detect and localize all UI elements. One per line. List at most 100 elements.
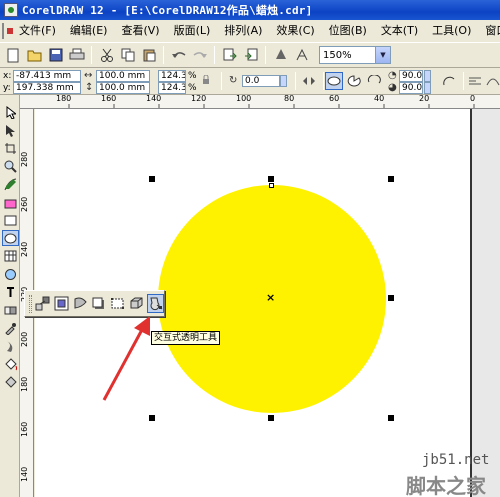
interactive-tools-flyout [24, 290, 165, 317]
property-bar: x: -87.413 mm y: 197.338 mm ↔ 100.0 mm ↕… [0, 68, 500, 95]
rectangle-tool-icon[interactable] [2, 212, 19, 228]
y-position-field[interactable]: 197.338 mm [13, 82, 81, 94]
basic-shapes-tool-icon[interactable] [2, 266, 19, 282]
interactive-envelope-icon[interactable] [110, 294, 126, 313]
mirror-icon[interactable] [300, 72, 318, 90]
document-icon[interactable] [2, 23, 13, 39]
toolbar-separator [91, 46, 92, 64]
undo-icon[interactable] [169, 46, 188, 65]
pick-tool-icon[interactable] [2, 104, 19, 120]
rotation-spinner[interactable] [280, 75, 287, 87]
menu-text[interactable]: 文本(T) [374, 20, 425, 42]
selection-handle-bottom-left[interactable] [149, 415, 155, 421]
export-icon[interactable] [241, 46, 260, 65]
ruler-label: 80 [284, 95, 295, 103]
ellipse-tool-icon[interactable] [2, 230, 19, 246]
toolbar-separator [265, 46, 266, 64]
paste-icon[interactable] [139, 46, 158, 65]
width-field[interactable]: 100.0 mm [96, 70, 150, 82]
convert-to-curves-icon[interactable] [484, 72, 500, 90]
standard-toolbar: 150% ▼ [0, 42, 500, 68]
corel-online-icon[interactable] [292, 46, 311, 65]
menu-effects[interactable]: 效果(C) [269, 20, 321, 42]
menu-view[interactable]: 查看(V) [114, 20, 166, 42]
height-field[interactable]: 100.0 mm [96, 82, 150, 94]
ellipse-mode-icon[interactable] [325, 72, 343, 90]
propbar-separator [463, 72, 464, 90]
menu-tools[interactable]: 工具(O) [425, 20, 478, 42]
interactive-distortion-icon[interactable] [72, 294, 88, 313]
watermark-name: 脚本之家 [406, 474, 486, 497]
zoom-tool-icon[interactable] [2, 158, 19, 174]
flyout-grip[interactable] [29, 294, 32, 313]
wrap-text-icon[interactable] [466, 72, 484, 90]
selection-handle-bottom[interactable] [268, 415, 274, 421]
interactive-blend-tool-icon[interactable] [2, 302, 19, 318]
arc-mode-icon[interactable] [365, 72, 383, 90]
x-position-field[interactable]: -87.413 mm [13, 70, 81, 82]
lock-ratio-icon[interactable] [202, 74, 210, 89]
menu-file[interactable]: 文件(F) [12, 20, 63, 42]
ellipse-node[interactable] [269, 183, 274, 188]
selection-handle-top-right[interactable] [388, 176, 394, 182]
eyedropper-tool-icon[interactable] [2, 320, 19, 336]
direction-toggle-icon[interactable] [440, 72, 458, 90]
application-launcher-icon[interactable] [271, 46, 290, 65]
new-document-icon[interactable] [4, 46, 23, 65]
horizontal-ruler: 180 160 140 120 100 80 60 40 20 0 [20, 95, 500, 109]
menu-arrange[interactable]: 排列(A) [217, 20, 269, 42]
fill-tool-icon[interactable] [2, 356, 19, 372]
ruler-label: 20 [419, 95, 430, 103]
selection-handle-right[interactable] [388, 295, 394, 301]
freehand-tool-icon[interactable] [2, 176, 19, 192]
menu-edit[interactable]: 编辑(E) [63, 20, 115, 42]
save-icon[interactable] [46, 46, 65, 65]
menu-window[interactable]: 窗口 [478, 20, 500, 42]
redo-icon[interactable] [190, 46, 209, 65]
page-shadow [472, 109, 500, 497]
interactive-drop-shadow-icon[interactable] [91, 294, 107, 313]
shape-tool-icon[interactable] [2, 122, 19, 138]
pie-mode-icon[interactable] [345, 72, 363, 90]
x-position-label: x: [3, 71, 12, 81]
zoom-level-select[interactable]: 150% ▼ [319, 46, 391, 64]
copy-icon[interactable] [118, 46, 137, 65]
menu-layout[interactable]: 版面(L) [167, 20, 218, 42]
import-icon[interactable] [220, 46, 239, 65]
interactive-extrude-icon[interactable] [128, 294, 144, 313]
interactive-transparency-icon[interactable] [147, 294, 165, 313]
ruler-label: 120 [191, 95, 207, 103]
interactive-fill-tool-icon[interactable] [2, 374, 19, 390]
end-angle-field[interactable]: 90.0 [399, 82, 423, 94]
open-folder-icon[interactable] [25, 46, 44, 65]
selection-handle-bottom-right[interactable] [388, 415, 394, 421]
end-angle-spinner[interactable] [424, 82, 431, 94]
ruler-label: 240 [20, 241, 29, 257]
graph-paper-tool-icon[interactable] [2, 248, 19, 264]
interactive-contour-icon[interactable] [54, 294, 70, 313]
watermark-site: jb51.net [422, 452, 490, 468]
scale-y-field[interactable]: 124.3 [158, 82, 186, 94]
selection-handle-top[interactable] [268, 176, 274, 182]
propbar-separator [221, 72, 222, 90]
cut-icon[interactable] [97, 46, 116, 65]
text-tool-icon[interactable] [2, 284, 19, 300]
outline-tool-icon[interactable] [2, 338, 19, 354]
smart-fill-tool-icon[interactable] [2, 194, 19, 210]
ruler-label: 100 [236, 95, 252, 103]
crop-tool-icon[interactable] [2, 140, 19, 156]
print-icon[interactable] [67, 46, 86, 65]
propbar-separator [323, 72, 324, 90]
chevron-down-icon[interactable]: ▼ [375, 47, 390, 63]
selection-handle-top-left[interactable] [149, 176, 155, 182]
ruler-label: 260 [20, 196, 29, 212]
menu-bitmaps[interactable]: 位图(B) [322, 20, 374, 42]
rotation-angle-field[interactable]: 0.0 [242, 75, 280, 87]
start-angle-spinner[interactable] [424, 70, 431, 82]
rotation-center-icon[interactable]: × [266, 292, 275, 303]
scale-x-field[interactable]: 124.3 [158, 70, 186, 82]
ruler-label: 180 [56, 95, 72, 103]
interactive-blend-icon[interactable] [35, 294, 51, 313]
rotate-icon: ↻ [229, 75, 238, 86]
start-angle-field[interactable]: 90.0 [399, 70, 423, 82]
